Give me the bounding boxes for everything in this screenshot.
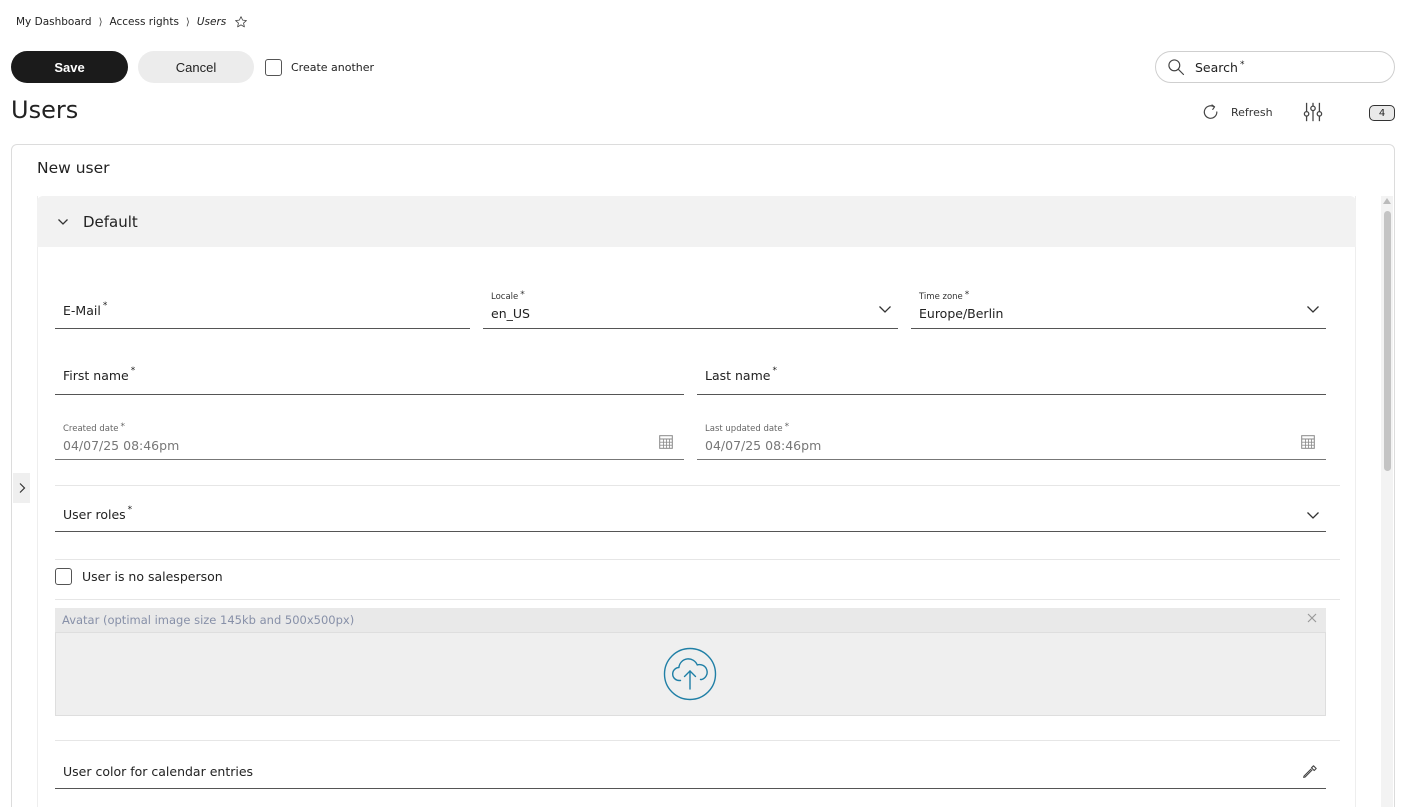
chevron-right-icon bbox=[19, 483, 25, 493]
divider bbox=[55, 485, 1340, 486]
required-mark: * bbox=[1239, 60, 1245, 70]
side-panel-toggle[interactable] bbox=[13, 473, 30, 503]
refresh-icon bbox=[1203, 104, 1218, 119]
refresh-button[interactable]: Refresh bbox=[1201, 101, 1273, 123]
created-date-field[interactable]: Created date * 04/07/25 08:46pm bbox=[55, 422, 684, 460]
user-roles-select[interactable]: User roles * bbox=[55, 497, 1326, 532]
sliders-icon[interactable] bbox=[1302, 101, 1324, 123]
last-updated-date-field[interactable]: Last updated date * 04/07/25 08:46pm bbox=[697, 422, 1326, 460]
required-mark: * bbox=[784, 422, 790, 432]
breadcrumb: My Dashboard ⟩ Access rights ⟩ Users bbox=[16, 14, 248, 30]
required-mark: * bbox=[772, 366, 777, 376]
avatar-label: Avatar (optimal image size 145kb and 500… bbox=[55, 608, 1326, 633]
scrollbar-up-arrow[interactable] bbox=[1383, 198, 1391, 204]
last-name-label: Last name bbox=[705, 368, 771, 383]
divider bbox=[55, 599, 1340, 600]
save-button[interactable]: Save bbox=[11, 51, 128, 83]
star-outline-icon[interactable] bbox=[234, 15, 248, 29]
breadcrumb-separator: ⟩ bbox=[98, 16, 103, 28]
breadcrumb-item-dashboard[interactable]: My Dashboard bbox=[16, 16, 92, 28]
create-another-label: Create another bbox=[291, 60, 375, 74]
page-title: Users bbox=[11, 96, 79, 124]
cancel-button[interactable]: Cancel bbox=[138, 51, 254, 83]
calendar-color-field[interactable]: User color for calendar entries bbox=[55, 752, 1326, 789]
created-date-value: 04/07/25 08:46pm bbox=[63, 438, 180, 453]
required-mark: * bbox=[127, 505, 133, 515]
timezone-label: Time zone bbox=[919, 292, 963, 302]
create-another-toggle[interactable]: Create another bbox=[265, 58, 374, 76]
required-mark: * bbox=[102, 301, 108, 311]
breadcrumb-item-access-rights[interactable]: Access rights bbox=[109, 16, 178, 28]
search-input[interactable]: Search * bbox=[1155, 51, 1395, 83]
locale-value: en_US bbox=[491, 306, 530, 321]
no-salesperson-toggle[interactable]: User is no salesperson bbox=[55, 567, 223, 585]
no-salesperson-checkbox[interactable] bbox=[55, 567, 72, 585]
breadcrumb-separator: ⟩ bbox=[185, 16, 190, 28]
search-icon bbox=[1168, 59, 1185, 76]
create-another-checkbox[interactable] bbox=[265, 58, 282, 76]
first-name-field[interactable]: First name * bbox=[55, 358, 684, 395]
user-roles-label: User roles bbox=[63, 507, 126, 522]
form-title: New user bbox=[37, 159, 110, 177]
section-header-default[interactable]: Default bbox=[37, 196, 1356, 247]
pipette-icon[interactable] bbox=[1302, 764, 1318, 780]
required-mark: * bbox=[964, 290, 970, 300]
scrollbar-thumb[interactable] bbox=[1384, 211, 1391, 471]
calendar-icon[interactable] bbox=[1301, 435, 1315, 449]
close-icon[interactable] bbox=[1306, 612, 1318, 624]
calendar-icon[interactable] bbox=[659, 435, 673, 449]
timezone-select[interactable]: Time zone * Europe/Berlin bbox=[911, 290, 1326, 329]
no-salesperson-label: User is no salesperson bbox=[82, 568, 223, 584]
email-label: E-Mail bbox=[63, 303, 101, 318]
required-mark: * bbox=[120, 422, 126, 432]
chevron-down-icon bbox=[1307, 512, 1319, 519]
email-field[interactable]: E-Mail * bbox=[55, 290, 470, 329]
chevron-down-icon bbox=[879, 306, 891, 313]
section-title: Default bbox=[83, 212, 138, 231]
last-updated-date-label: Last updated date bbox=[705, 424, 783, 434]
timezone-value: Europe/Berlin bbox=[919, 306, 1004, 321]
last-name-field[interactable]: Last name * bbox=[697, 358, 1326, 395]
calendar-color-label: User color for calendar entries bbox=[63, 764, 254, 779]
search-placeholder: Search bbox=[1195, 59, 1238, 75]
last-updated-date-value: 04/07/25 08:46pm bbox=[705, 438, 822, 453]
created-date-label: Created date bbox=[63, 424, 119, 434]
required-mark: * bbox=[130, 366, 136, 376]
count-badge[interactable]: 4 bbox=[1369, 105, 1395, 121]
breadcrumb-item-users: Users bbox=[196, 16, 227, 28]
locale-select[interactable]: Locale * en_US bbox=[483, 290, 898, 329]
cloud-upload-icon[interactable] bbox=[663, 647, 717, 701]
divider bbox=[55, 740, 1340, 741]
required-mark: * bbox=[520, 290, 525, 300]
chevron-down-icon bbox=[58, 218, 68, 225]
first-name-label: First name bbox=[63, 368, 129, 383]
locale-label: Locale bbox=[491, 292, 519, 302]
divider bbox=[55, 559, 1340, 560]
chevron-down-icon bbox=[1307, 306, 1319, 313]
refresh-label: Refresh bbox=[1231, 105, 1273, 119]
